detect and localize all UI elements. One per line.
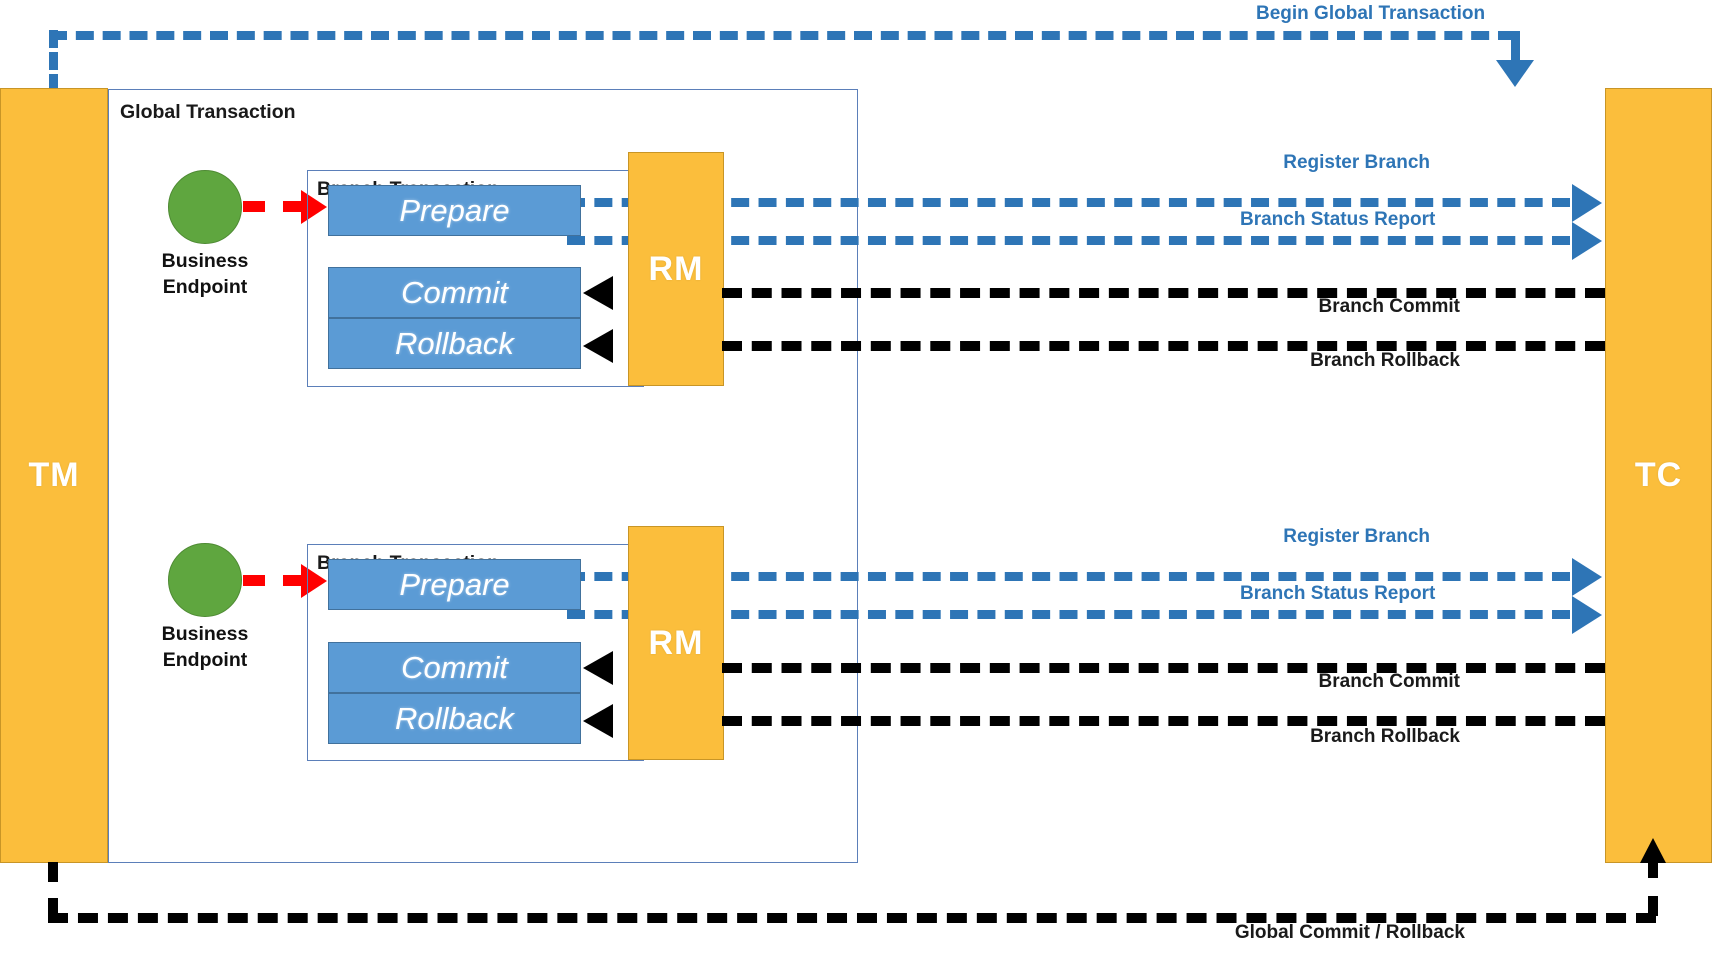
action-commit-2: Commit <box>328 642 581 693</box>
flow-begin-global-transaction-line <box>49 31 1516 40</box>
flow-branch-commit-2 <box>722 663 1605 673</box>
action-commit-2-label: Commit <box>401 649 508 685</box>
arrowhead-branch-status-report-2 <box>1572 596 1602 634</box>
label-branch-status-report-1: Branch Status Report <box>1240 209 1436 230</box>
arrowhead-branch-commit-2 <box>583 651 613 685</box>
flow-branch-rollback-1 <box>722 341 1605 351</box>
flow-global-commit-rollback-stub <box>48 862 58 918</box>
participant-rm-1: RM <box>628 152 724 386</box>
participant-tm: TM <box>0 88 108 863</box>
label-register-branch-2: Register Branch <box>1283 526 1430 547</box>
action-prepare-1: Prepare <box>328 185 581 236</box>
label-branch-status-report-2: Branch Status Report <box>1240 583 1436 604</box>
flow-invoke-prepare-2 <box>243 575 305 586</box>
participant-tc: TC <box>1605 88 1712 863</box>
business-endpoint-2 <box>168 543 242 617</box>
business-endpoint-2-caption-line1: Business <box>161 623 249 645</box>
arrowhead-begin-global-transaction <box>1496 60 1534 87</box>
business-endpoint-1 <box>168 170 242 244</box>
action-rollback-1: Rollback <box>328 318 581 369</box>
participant-rm-1-label: RM <box>648 249 704 288</box>
action-prepare-2-label: Prepare <box>399 566 510 602</box>
action-commit-1: Commit <box>328 267 581 318</box>
business-endpoint-2-caption-line2: Endpoint <box>162 649 248 672</box>
business-endpoint-1-caption-line1: Business <box>161 250 249 272</box>
label-branch-rollback-2: Branch Rollback <box>1310 726 1460 747</box>
arrowhead-branch-rollback-2 <box>583 704 613 738</box>
participant-tm-label: TM <box>28 456 80 494</box>
business-endpoint-1-caption: Business Endpoint <box>140 248 270 301</box>
arrowhead-global-commit-rollback <box>1640 838 1666 863</box>
label-begin-global-transaction: Begin Global Transaction <box>1256 3 1486 24</box>
flow-branch-rollback-2 <box>722 716 1605 726</box>
flow-begin-global-transaction-drop <box>1511 31 1520 63</box>
arrowhead-branch-status-report-1 <box>1572 222 1602 260</box>
label-branch-rollback-1: Branch Rollback <box>1310 350 1460 371</box>
action-rollback-1-label: Rollback <box>395 325 514 361</box>
action-rollback-2: Rollback <box>328 693 581 744</box>
arrowhead-branch-rollback-1 <box>583 329 613 363</box>
participant-rm-2: RM <box>628 526 724 760</box>
flow-global-commit-rollback-rise <box>1648 858 1658 916</box>
label-branch-commit-2: Branch Commit <box>1318 671 1460 692</box>
transaction-architecture-diagram: Begin Global Transaction TM TC Global Tr… <box>0 0 1718 956</box>
action-rollback-2-label: Rollback <box>395 700 514 736</box>
label-branch-commit-1: Branch Commit <box>1318 296 1460 317</box>
container-global-transaction-title: Global Transaction <box>120 101 296 123</box>
participant-tc-label: TC <box>1634 456 1683 494</box>
flow-branch-commit-1 <box>722 288 1605 298</box>
arrowhead-register-branch-1 <box>1572 184 1602 222</box>
arrowhead-register-branch-2 <box>1572 558 1602 596</box>
label-global-commit-rollback: Global Commit / Rollback <box>1234 922 1465 943</box>
business-endpoint-1-caption-line2: Endpoint <box>162 276 248 299</box>
label-register-branch-1: Register Branch <box>1283 152 1430 173</box>
action-prepare-1-label: Prepare <box>399 192 510 228</box>
arrowhead-branch-commit-1 <box>583 276 613 310</box>
business-endpoint-2-caption: Business Endpoint <box>140 621 270 674</box>
action-prepare-2: Prepare <box>328 559 581 610</box>
flow-invoke-prepare-1 <box>243 201 305 212</box>
participant-rm-2-label: RM <box>648 623 704 662</box>
action-commit-1-label: Commit <box>401 274 508 310</box>
